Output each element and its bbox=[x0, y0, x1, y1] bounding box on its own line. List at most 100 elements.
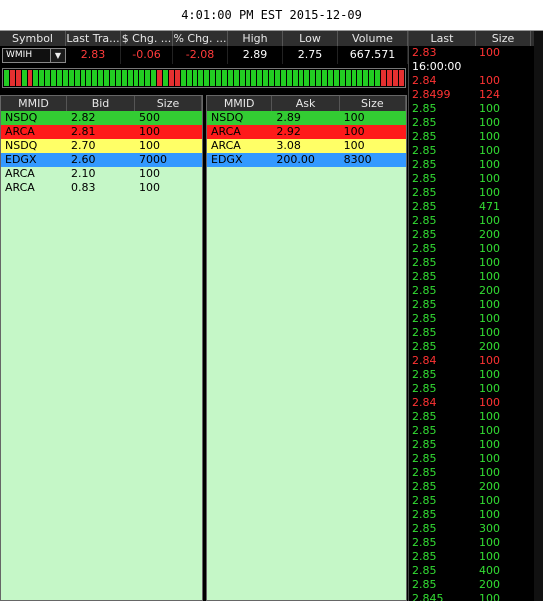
ts-row: 2.85 200 bbox=[409, 480, 543, 494]
ts-size: 100 bbox=[479, 298, 500, 311]
ts-price: 2.85 bbox=[412, 410, 437, 423]
ts-price: 2.85 bbox=[412, 326, 437, 339]
tick-segment bbox=[68, 70, 74, 86]
tick-segment bbox=[239, 70, 245, 86]
bid-col-size[interactable]: Size bbox=[135, 96, 202, 111]
col-header-dollar-change[interactable]: $ Chg. ... bbox=[121, 31, 173, 46]
col-header-pct-change[interactable]: % Chg. ... bbox=[173, 31, 228, 46]
chevron-down-icon[interactable]: ▼ bbox=[50, 49, 65, 62]
bid-book-row[interactable]: ARCA 2.10 100 bbox=[1, 167, 202, 181]
bid-col-price[interactable]: Bid bbox=[67, 96, 135, 111]
ts-price: 2.85 bbox=[412, 578, 437, 591]
tick-segment bbox=[333, 70, 339, 86]
ts-row: 2.85 100 bbox=[409, 144, 543, 158]
ts-price: 2.85 bbox=[412, 228, 437, 241]
ask-col-price[interactable]: Ask bbox=[272, 96, 340, 111]
bid-book-panel: MMID Bid Size NSDQ 2.82 500 ARCA 2.81 100 NSDQ… bbox=[0, 95, 203, 601]
col-header-symbol[interactable]: Symbol bbox=[0, 31, 66, 46]
tick-segment bbox=[227, 70, 233, 86]
ask-mmid: ARCA bbox=[211, 139, 241, 152]
ts-size: 100 bbox=[479, 424, 500, 437]
ts-row: 2.85 200 bbox=[409, 228, 543, 242]
tick-segment bbox=[192, 70, 198, 86]
bid-price: 2.10 bbox=[71, 167, 96, 180]
bid-book-row[interactable]: NSDQ 2.82 500 bbox=[1, 111, 202, 125]
tick-segment bbox=[216, 70, 221, 86]
ts-row: 2.85 100 bbox=[409, 452, 543, 466]
ask-col-size[interactable]: Size bbox=[340, 96, 406, 111]
ask-mmid: EDGX bbox=[211, 153, 243, 166]
ask-book-row[interactable]: EDGX 200.00 8300 bbox=[207, 153, 406, 167]
tick-segment bbox=[286, 70, 292, 86]
ts-row: 2.85 100 bbox=[409, 438, 543, 452]
bid-book-row[interactable]: EDGX 2.60 7000 bbox=[1, 153, 202, 167]
tick-segment bbox=[245, 70, 251, 86]
ts-price: 2.85 bbox=[412, 452, 437, 465]
ts-row: 2.85 100 bbox=[409, 116, 543, 130]
ask-size: 100 bbox=[343, 125, 365, 138]
ts-price: 2.85 bbox=[412, 158, 437, 171]
ts-row: 2.85 100 bbox=[409, 326, 543, 340]
tick-segment bbox=[210, 70, 216, 86]
col-header-volume[interactable]: Volume bbox=[338, 31, 408, 46]
ask-size: 100 bbox=[343, 139, 365, 152]
tick-segment bbox=[33, 70, 39, 86]
ts-size: 100 bbox=[479, 46, 500, 59]
tick-segment bbox=[80, 70, 86, 86]
tick-segment bbox=[98, 70, 104, 86]
ts-size: 100 bbox=[479, 256, 500, 269]
tick-segment bbox=[345, 70, 351, 86]
ts-size bbox=[476, 60, 531, 74]
bid-book-row[interactable]: NSDQ 2.70 100 bbox=[1, 139, 202, 153]
tick-segment bbox=[104, 70, 110, 86]
ask-book-row[interactable]: ARCA 3.08 100 bbox=[207, 139, 406, 153]
ts-row: 2.85 100 bbox=[409, 298, 543, 312]
ts-size: 100 bbox=[479, 158, 500, 171]
ask-mmid: ARCA bbox=[211, 125, 241, 138]
ts-row: 2.85 100 bbox=[409, 270, 543, 284]
ts-row: 2.85 100 bbox=[409, 424, 543, 438]
tick-segment bbox=[292, 70, 298, 86]
ts-price: 2.85 bbox=[412, 480, 437, 493]
ts-price: 2.85 bbox=[412, 424, 437, 437]
ts-price: 2.85 bbox=[412, 564, 437, 577]
tick-segment bbox=[339, 70, 345, 86]
ts-price: 2.85 bbox=[412, 284, 437, 297]
ts-row: 2.85 100 bbox=[409, 550, 543, 564]
ask-col-mmid[interactable]: MMID bbox=[207, 96, 273, 111]
ts-col-size[interactable]: Size bbox=[476, 31, 531, 46]
ts-price: 2.84 bbox=[412, 396, 437, 409]
bid-book-row[interactable]: ARCA 0.83 100 bbox=[1, 181, 202, 195]
ts-col-last[interactable]: Last bbox=[409, 31, 476, 46]
ts-size: 100 bbox=[479, 242, 500, 255]
col-header-high[interactable]: High bbox=[228, 31, 283, 46]
ask-book-row[interactable]: ARCA 2.92 100 bbox=[207, 125, 406, 139]
tick-segment bbox=[62, 70, 68, 86]
bid-mmid: NSDQ bbox=[5, 139, 38, 152]
ts-row: 2.85 100 bbox=[409, 130, 543, 144]
ts-size: 100 bbox=[479, 326, 500, 339]
ts-price: 2.85 bbox=[412, 368, 437, 381]
ts-size: 200 bbox=[479, 578, 500, 591]
tick-segment bbox=[163, 70, 168, 86]
tick-segment bbox=[198, 70, 204, 86]
quote-panel: Symbol Last Tra... $ Chg. ... % Chg. ...… bbox=[0, 31, 408, 91]
ts-row: 2.85 100 bbox=[409, 242, 543, 256]
col-header-last-trade[interactable]: Last Tra... bbox=[66, 31, 121, 46]
col-header-low[interactable]: Low bbox=[283, 31, 338, 46]
ts-price: 2.85 bbox=[412, 256, 437, 269]
ts-price: 2.85 bbox=[412, 200, 437, 213]
tick-segment bbox=[274, 70, 280, 86]
tick-segment bbox=[145, 70, 151, 86]
ts-size: 100 bbox=[479, 74, 500, 87]
ask-book-row[interactable]: NSDQ 2.89 100 bbox=[207, 111, 406, 125]
ts-row: 2.84 100 bbox=[409, 74, 543, 88]
ts-row: 2.85 100 bbox=[409, 312, 543, 326]
ts-size: 200 bbox=[479, 228, 500, 241]
bid-col-mmid[interactable]: MMID bbox=[1, 96, 67, 111]
tick-segment bbox=[280, 70, 286, 86]
bid-book-row[interactable]: ARCA 2.81 100 bbox=[1, 125, 202, 139]
symbol-select[interactable]: WMIH ▼ bbox=[2, 48, 66, 63]
time-and-sales-scrollbar[interactable] bbox=[534, 31, 543, 601]
ts-price: 2.85 bbox=[412, 172, 437, 185]
